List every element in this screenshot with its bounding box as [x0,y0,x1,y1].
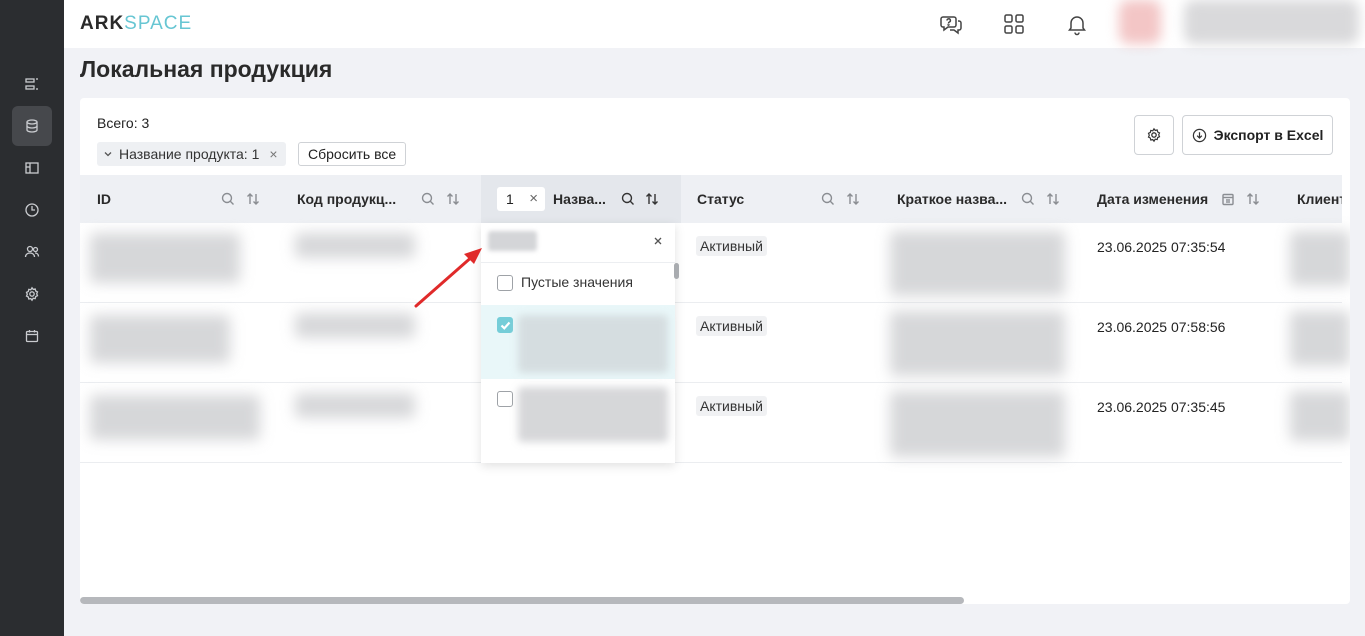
status-badge: Активный [696,236,767,256]
total-count: Всего: 3 [97,115,150,131]
search-icon[interactable] [420,191,436,207]
column-header-short-name[interactable]: Краткое назва... [880,175,1080,223]
top-header: ARKSPACE [64,0,1365,48]
column-filter-dropdown: Пустые значения [481,223,679,463]
export-label: Экспорт в Excel [1213,127,1324,143]
table-row[interactable]: Активный 23.06.2025 07:35:54 [80,223,1350,303]
logo[interactable]: ARKSPACE [80,13,192,35]
table-row[interactable]: Активный 23.06.2025 07:58:56 [80,303,1350,383]
apps-button[interactable] [1002,12,1026,36]
filter-option[interactable] [481,381,675,451]
sidebar-item-list[interactable] [12,64,52,104]
client-cell [1290,311,1350,366]
horizontal-scrollbar[interactable] [80,597,964,604]
checkbox[interactable] [497,275,513,291]
short-name-cell [890,231,1065,296]
column-header-modified-date[interactable]: Дата изменения [1080,175,1280,223]
layout-icon [25,162,39,174]
bell-icon [1068,16,1086,36]
search-icon[interactable] [620,191,636,207]
modified-date: 23.06.2025 07:58:56 [1097,319,1226,335]
close-icon[interactable]: × [269,146,277,162]
sidebar-item-layout[interactable] [12,148,52,188]
id-cell [90,395,260,440]
chevron-down-icon [104,152,112,157]
status-badge: Активный [696,316,767,336]
column-filter-count[interactable]: 1 × [497,187,545,211]
filter-option-empty[interactable]: Пустые значения [481,263,675,305]
sidebar-item-users[interactable] [12,232,52,272]
option-label [518,315,668,373]
table-settings-button[interactable] [1134,115,1174,155]
active-filter-chip[interactable]: Название продукта: 1 × [97,142,286,166]
product-code-cell [295,393,415,418]
database-icon [26,119,38,133]
search-icon[interactable] [1020,191,1036,207]
table-header: ID Код продукц... 1 × Назва... Статус Кр… [80,175,1342,223]
modified-date: 23.06.2025 07:35:45 [1097,399,1226,415]
sidebar [0,0,64,636]
client-cell [1290,231,1350,286]
filter-chip-label: Название продукта: 1 [119,146,260,162]
short-name-cell [890,311,1065,376]
status-badge: Активный [696,396,767,416]
checkbox[interactable] [497,391,513,407]
sort-icon[interactable] [644,191,660,207]
sort-icon[interactable] [445,191,461,207]
checkbox[interactable] [497,317,513,333]
search-icon[interactable] [820,191,836,207]
check-icon [500,321,511,330]
settings-icon [25,286,39,302]
user-menu[interactable] [1184,0,1359,44]
page-title: Локальная продукция [80,56,333,82]
chat-help-icon [940,16,962,35]
reset-filters-button[interactable]: Сбросить все [298,142,407,166]
product-code-cell [295,233,415,258]
sort-icon[interactable] [1045,191,1061,207]
calendar-icon[interactable] [1220,191,1236,207]
clock-icon [25,203,39,217]
table-row[interactable]: Активный 23.06.2025 07:35:45 [80,383,1350,463]
chat-help-button[interactable] [939,12,963,36]
column-header-product-name[interactable]: 1 × Назва... [481,175,681,223]
short-name-cell [890,391,1065,457]
client-cell [1290,391,1350,441]
option-label [518,387,668,442]
sidebar-item-database[interactable] [12,106,52,146]
annotation-arrow [414,248,482,308]
column-header-status[interactable]: Статус [680,175,880,223]
export-excel-button[interactable]: Экспорт в Excel [1182,115,1333,155]
close-icon[interactable]: × [529,190,538,207]
calendar-icon [25,330,39,343]
modified-date: 23.06.2025 07:35:54 [1097,239,1226,255]
sort-icon[interactable] [845,191,861,207]
id-cell [90,315,230,363]
column-header-id[interactable]: ID [80,175,280,223]
close-icon[interactable] [652,235,664,247]
sort-icon[interactable] [1245,191,1261,207]
avatar[interactable] [1119,0,1161,44]
list-icon [25,78,38,90]
users-icon [24,245,40,258]
column-header-product-code[interactable]: Код продукц... [280,175,480,223]
products-card: Всего: 3 Название продукта: 1 × Сбросить… [80,98,1350,604]
notifications-button[interactable] [1065,12,1089,36]
filter-search-input[interactable] [488,231,537,251]
download-icon [1192,128,1206,142]
product-code-cell [295,313,415,338]
filter-option[interactable] [481,305,675,379]
id-cell [90,233,240,283]
apps-grid-icon [1004,14,1024,34]
search-icon[interactable] [220,191,236,207]
sidebar-item-calendar[interactable] [12,316,52,356]
sidebar-item-settings[interactable] [12,274,52,314]
sort-icon[interactable] [245,191,261,207]
gear-icon [1147,127,1161,143]
sidebar-item-history[interactable] [12,190,52,230]
column-header-client[interactable]: Клиент [1280,175,1342,223]
